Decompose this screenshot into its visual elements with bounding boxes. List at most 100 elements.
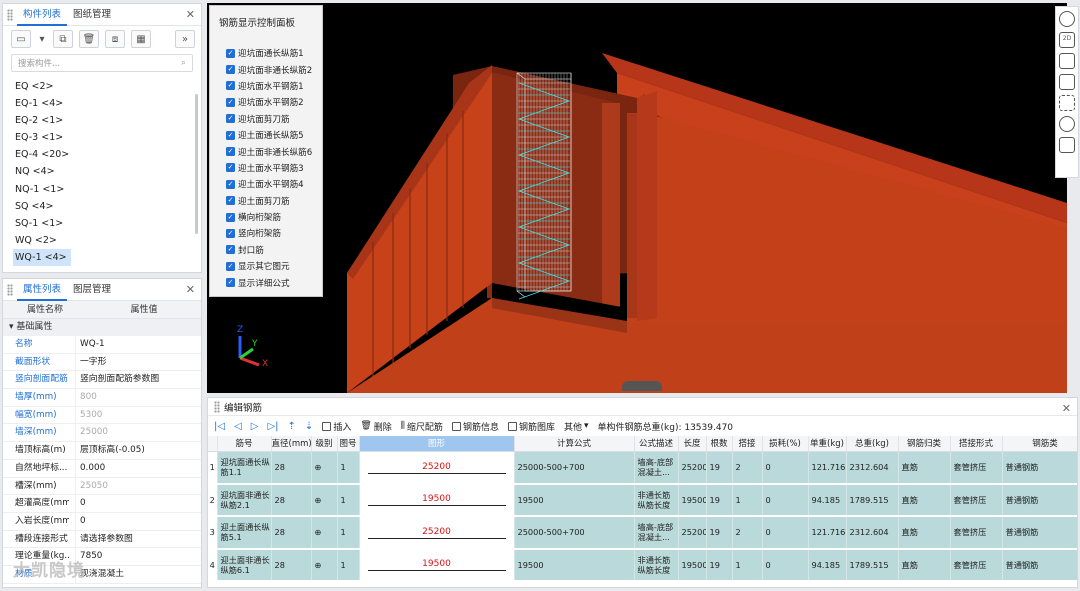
header-cell[interactable]: 长度	[678, 436, 707, 452]
3d-box-icon[interactable]	[1059, 53, 1075, 69]
header-cell[interactable]: 损耗(%)	[762, 436, 809, 452]
header-cell[interactable]: 图形	[359, 436, 515, 452]
cell-lap-type[interactable]: 套管挤压	[950, 516, 1003, 550]
cell-lap-type[interactable]: 套管挤压	[950, 451, 1003, 485]
orbit-icon[interactable]	[1059, 11, 1075, 27]
rebar-info-button[interactable]: 钢筋信息	[451, 420, 499, 433]
checkbox-checked-icon[interactable]: ✓	[226, 147, 235, 157]
list-item[interactable]: EQ-1 <4>	[13, 95, 71, 112]
rebar-shape-cell[interactable]: 19500	[359, 483, 515, 517]
cell-fig[interactable]: 1	[337, 451, 360, 485]
control-checkbox-row[interactable]: ✓ 迎坑面非通长纵筋2	[226, 61, 322, 77]
property-row[interactable]: 墙厚(mm) 800	[3, 389, 201, 407]
property-value[interactable]: 25050	[75, 477, 201, 495]
cell-formula[interactable]: 19500	[514, 548, 635, 582]
cell-type[interactable]: 普通钢筋	[1002, 516, 1077, 550]
property-value[interactable]: 现浇混凝土	[75, 565, 201, 583]
control-checkbox-row[interactable]: ✓ 封口筋	[226, 242, 322, 258]
property-value[interactable]: 800	[75, 389, 201, 406]
control-checkbox-row[interactable]: ✓ 迎土面水平钢筋4	[226, 176, 322, 192]
properties-icon[interactable]: ▦	[131, 30, 151, 48]
header-cell[interactable]: 根数	[706, 436, 733, 452]
property-value[interactable]: 0	[75, 495, 201, 512]
property-value[interactable]: 请选择参数图	[75, 530, 201, 548]
cell-name[interactable]: 迎土面非通长纵筋6.1	[217, 548, 272, 582]
cell-formula[interactable]: 25000-500+700	[514, 451, 635, 485]
drag-grip-icon[interactable]	[7, 8, 13, 21]
property-value[interactable]: 一字形	[75, 353, 201, 371]
first-row-icon[interactable]: |◁	[214, 421, 225, 432]
property-value[interactable]: WQ-1	[75, 336, 201, 353]
scale-rebar-button[interactable]: ⫼ 缩尺配筋	[401, 420, 443, 433]
control-checkbox-row[interactable]: ✓ 迎坑面通长纵筋1	[226, 45, 322, 61]
header-cell[interactable]: 钢筋类	[1002, 436, 1077, 452]
property-row[interactable]: 自然地坪标... 0.000	[3, 459, 201, 478]
cell-desc[interactable]: 墙高-底部混凝土...	[634, 516, 679, 550]
cell-grade[interactable]: ⊕	[311, 548, 338, 582]
list-item[interactable]: SQ-1 <1>	[13, 215, 71, 232]
report-icon[interactable]	[1059, 137, 1075, 153]
close-icon[interactable]: ✕	[1062, 402, 1071, 415]
table-row[interactable]: 2 迎坑面非通长纵筋2.1 28 ⊕ 1 19500 19500 非通长筋纵筋长度 19500 1…	[208, 483, 1077, 517]
header-cell[interactable]: 公式描述	[634, 436, 679, 452]
table-row[interactable]: 3 迎土面通长纵筋5.1 28 ⊕ 1 25200 25000-500+700 墙高-底部混凝…	[208, 516, 1077, 550]
delete-icon[interactable]: 🗑	[79, 30, 99, 48]
property-value[interactable]: 层顶标高(-0.05)	[75, 442, 201, 459]
checkbox-checked-icon[interactable]: ✓	[226, 228, 235, 238]
header-cell[interactable]: 直径(mm)	[271, 436, 312, 452]
checkbox-checked-icon[interactable]: ✓	[226, 114, 235, 124]
header-cell[interactable]: 钢筋归类	[898, 436, 951, 452]
cell-count[interactable]: 19	[706, 451, 733, 485]
collapse-handle[interactable]	[622, 381, 662, 391]
checkbox-checked-icon[interactable]: ✓	[226, 245, 235, 255]
cell-lap[interactable]: 2	[732, 451, 763, 485]
tab-drawing-management[interactable]: 图纸管理	[67, 4, 117, 26]
checkbox-checked-icon[interactable]: ✓	[226, 196, 235, 206]
cell-lap-type[interactable]: 套管挤压	[950, 548, 1003, 582]
property-row[interactable]: 幅宽(mm) 5300	[3, 406, 201, 425]
cell-unit-w[interactable]: 94.185	[808, 483, 847, 517]
property-value[interactable]: 0.000	[75, 459, 201, 477]
cell-unit-w[interactable]: 121.716	[808, 516, 847, 550]
shape-length-value[interactable]: 25200	[360, 461, 514, 473]
cell-count[interactable]: 19	[706, 483, 733, 517]
property-value[interactable]: 0	[75, 512, 201, 530]
last-row-icon[interactable]: ▷|	[267, 421, 278, 432]
table-row[interactable]: 4 迎土面非通长纵筋6.1 28 ⊕ 1 19500 19500 非通长筋纵筋长度 19500 1…	[208, 548, 1077, 582]
cell-dia[interactable]: 28	[271, 548, 312, 582]
rebar-shape-cell[interactable]: 25200	[359, 451, 515, 485]
control-checkbox-row[interactable]: ✓ 显示其它图元	[226, 258, 322, 274]
header-cell[interactable]: 单重(kg)	[808, 436, 847, 452]
cell-fig[interactable]: 1	[337, 516, 360, 550]
list-item[interactable]: WQ-1 <4>	[13, 248, 71, 267]
control-checkbox-row[interactable]: ✓ 迎土面水平钢筋3	[226, 160, 322, 176]
list-item[interactable]: EQ-4 <20>	[13, 146, 71, 163]
cell-total-w[interactable]: 1789.515	[846, 483, 899, 517]
fullscreen-icon[interactable]	[1059, 95, 1075, 111]
tab-property-list[interactable]: 属性列表	[17, 279, 68, 301]
checkbox-checked-icon[interactable]: ✓	[226, 81, 235, 91]
more-icon[interactable]: »	[175, 30, 195, 48]
property-row[interactable]: 槽深(mm) 25050	[3, 477, 201, 496]
list-item[interactable]: EQ-3 <1>	[13, 129, 71, 146]
cell-cat[interactable]: 直筋	[898, 548, 951, 582]
tab-layer-management[interactable]: 图层管理	[67, 279, 117, 301]
cell-dia[interactable]: 28	[271, 483, 312, 517]
move-up-icon[interactable]: ⇡	[288, 421, 296, 432]
cell-loss[interactable]: 0	[762, 483, 809, 517]
shape-length-value[interactable]: 19500	[360, 558, 514, 570]
control-checkbox-row[interactable]: ✓ 竖向桁架筋	[226, 225, 322, 241]
cell-type[interactable]: 普通钢筋	[1002, 548, 1077, 582]
cell-count[interactable]: 19	[706, 516, 733, 550]
header-cell[interactable]: 计算公式	[514, 436, 635, 452]
cell-grade[interactable]: ⊕	[311, 451, 338, 485]
move-down-icon[interactable]: ⇣	[305, 421, 313, 432]
cell-cat[interactable]: 直筋	[898, 451, 951, 485]
header-cell[interactable]: 搭接形式	[950, 436, 1003, 452]
control-checkbox-row[interactable]: ✓ 迎坑面水平钢筋1	[226, 78, 322, 94]
cell-name[interactable]: 迎坑面非通长纵筋2.1	[217, 483, 272, 517]
property-row[interactable]: 槽段连接形式 请选择参数图	[3, 530, 201, 549]
cell-lap[interactable]: 1	[732, 483, 763, 517]
cell-cat[interactable]: 直筋	[898, 483, 951, 517]
prev-row-icon[interactable]: ◁	[234, 421, 242, 432]
